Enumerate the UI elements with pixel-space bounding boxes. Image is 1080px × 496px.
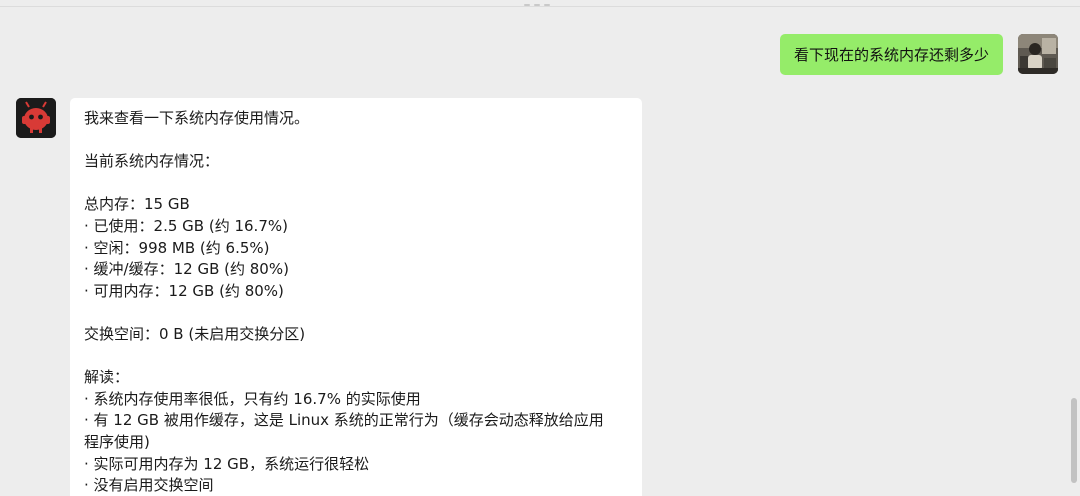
bot-message-line [84, 302, 630, 324]
bot-message-line: 当前系统内存情况： [84, 152, 220, 171]
chat-scrollbar[interactable] [1071, 398, 1077, 483]
red-robot-avatar-icon [16, 98, 56, 138]
bot-message-line [84, 173, 630, 195]
resize-handle[interactable] [520, 4, 554, 8]
bot-message-line: 交换空间：0 B (未启用交换分区) [84, 324, 306, 343]
bot-message-line [84, 346, 630, 368]
bot-message-line: 解读： [84, 368, 130, 387]
bot-message-line: 我来查看一下系统内存使用情况。 [84, 109, 310, 127]
bot-message-line: · 没有启用交换空间 [84, 476, 214, 495]
bot-message-line [84, 130, 630, 152]
bot-message-line: · 系统内存使用率很低，只有约 16.7% 的实际使用 [84, 389, 421, 408]
bot-message-line: · 可用内存：12 GB (约 80%) [84, 281, 284, 300]
bot-avatar[interactable] [16, 98, 56, 138]
user-avatar[interactable] [1018, 34, 1058, 74]
user-message-bubble[interactable]: 看下现在的系统内存还剩多少 [779, 34, 1003, 75]
bot-message-line: 程序使用) [84, 432, 150, 451]
bot-message-line: 总内存：15 GB [84, 195, 190, 214]
bot-message-line: · 空闲：998 MB (约 6.5%) [84, 238, 270, 257]
user-message-text: 看下现在的系统内存还剩多少 [793, 46, 989, 64]
bot-message-line: · 有 12 GB 被用作缓存，这是 Linux 系统的正常行为（缓存会动态释放… [84, 411, 604, 430]
bot-message-line: · 缓冲/缓存：12 GB (约 80%) [84, 260, 289, 279]
bot-message-bubble[interactable]: 我来查看一下系统内存使用情况。 当前系统内存情况： 总内存：15 GB · 已使… [70, 98, 642, 496]
user-photo-avatar-icon [1018, 34, 1058, 74]
bot-message-line: · 已使用：2.5 GB (约 16.7%) [84, 216, 288, 235]
bot-message-line: · 实际可用内存为 12 GB，系统运行很轻松 [84, 454, 370, 473]
chat-window: 看下现在的系统内存还剩多少 我来查看一下系统内存使用情况。 当前系统内存情况： … [0, 0, 1080, 496]
